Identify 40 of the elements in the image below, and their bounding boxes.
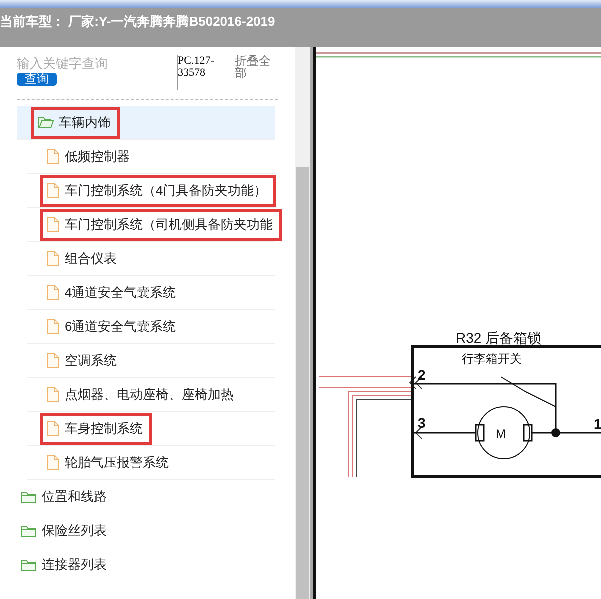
file-icon — [47, 216, 60, 232]
switch-label: 行李箱开关 — [462, 352, 522, 366]
window-title: 当前车型： 厂家:Y-一汽奔腾奔腾B502016-2019 — [0, 13, 276, 31]
scrollbar-thumb[interactable] — [296, 167, 310, 599]
folder-icon — [21, 558, 37, 572]
file-icon — [47, 148, 60, 164]
tree-item[interactable]: 车辆内饰 — [34, 110, 117, 136]
file-icon — [47, 182, 60, 198]
file-icon — [47, 250, 60, 266]
pin-number: 3 — [418, 415, 426, 431]
scrollbar[interactable] — [295, 47, 310, 599]
tree-item[interactable]: 保险丝列表 — [17, 518, 113, 544]
file-icon — [47, 284, 60, 300]
file-icon — [47, 318, 60, 334]
tree-item[interactable]: 车门控制系统（4门具备防夹功能） — [43, 178, 274, 204]
tree-item[interactable]: 车门控制系统（司机侧具备防夹功能 — [43, 212, 279, 238]
file-icon — [47, 454, 60, 470]
code-label: PC.127-33578 — [178, 55, 216, 79]
tree-item[interactable]: 6通道安全气囊系统 — [43, 314, 182, 340]
search-button[interactable]: 查询 — [17, 73, 57, 86]
tree-item[interactable]: 组合仪表 — [43, 246, 123, 272]
tree-item[interactable]: 4通道安全气囊系统 — [43, 280, 182, 306]
tree-item[interactable]: 轮胎气压报警系统 — [43, 450, 175, 476]
pin-number: 2 — [418, 367, 426, 383]
file-icon — [47, 352, 60, 368]
tree-item[interactable]: 空调系统 — [43, 348, 123, 374]
tree-item[interactable]: 低频控制器 — [43, 144, 136, 170]
component-title: R32 后备箱锁 — [456, 330, 542, 346]
tree-item[interactable]: 车身控制系统 — [43, 416, 149, 442]
file-icon — [47, 386, 60, 402]
tree-item[interactable]: 点烟器、电动座椅、座椅加热 — [43, 382, 240, 408]
folder-icon — [21, 490, 37, 504]
tree-item[interactable]: 位置和线路 — [17, 484, 113, 510]
motor-label: M — [496, 427, 506, 441]
collapse-all-link[interactable]: 折叠全部 — [235, 55, 275, 79]
search-field[interactable]: 输入关键字查询 — [17, 55, 167, 73]
folder-icon — [21, 524, 37, 538]
file-icon — [47, 420, 60, 436]
open-folder-icon — [38, 116, 54, 129]
tree-item[interactable]: 连接器列表 — [17, 552, 113, 578]
